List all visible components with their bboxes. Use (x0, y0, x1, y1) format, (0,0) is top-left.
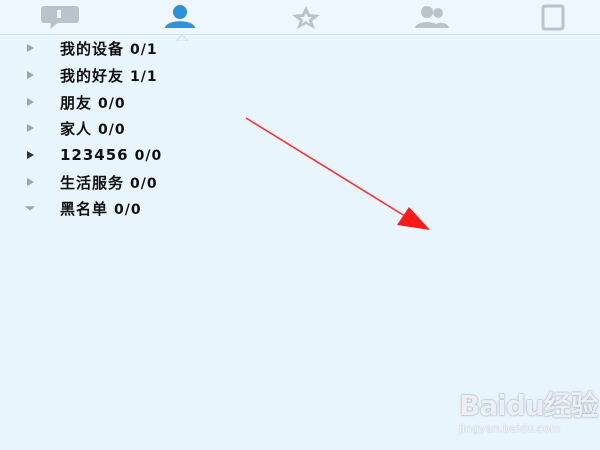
tab-conversations[interactable] (0, 0, 120, 34)
group-count: 0/0 (98, 121, 126, 138)
group-name: 我的好友 (60, 66, 125, 85)
group-item-blacklist[interactable]: 黑名单 0/0 (0, 195, 280, 221)
group-label: 家人 0/0 (60, 118, 126, 139)
caret-right-icon (24, 69, 36, 81)
group-item-family[interactable]: 家人 0/0 (0, 115, 280, 141)
group-label: 朋友 0/0 (60, 92, 126, 113)
group-count: 0/0 (130, 175, 158, 192)
group-label: 我的设备 0/1 (60, 38, 158, 59)
group-item-my-devices[interactable]: 我的设备 0/1 (0, 35, 280, 61)
tab-favorites[interactable] (246, 0, 366, 34)
group-icon (409, 3, 455, 31)
tab-groups[interactable] (372, 0, 492, 34)
group-name: 朋友 (60, 93, 93, 112)
tab-devices[interactable] (492, 0, 600, 34)
group-count: 0/0 (134, 148, 163, 164)
group-name: 123456 (60, 146, 129, 164)
caret-right-icon (24, 149, 36, 161)
watermark-url: jingyan.baidu.com (459, 422, 561, 435)
group-label: 123456 0/0 (60, 146, 162, 164)
chat-icon (37, 3, 83, 31)
caret-right-icon (24, 122, 36, 134)
group-item-123456[interactable]: 123456 0/0 (0, 142, 280, 168)
group-name: 黑名单 (60, 199, 109, 218)
caret-down-icon (24, 202, 36, 214)
star-icon (283, 3, 329, 31)
watermark: Baidu经验 jingyan.baidu.com (455, 384, 599, 444)
group-count: 0/1 (130, 41, 158, 58)
group-name: 生活服务 (60, 173, 125, 192)
tab-bar (0, 0, 600, 42)
group-item-friends[interactable]: 朋友 0/0 (0, 89, 280, 115)
group-name: 我的设备 (60, 39, 125, 58)
tablet-icon (529, 3, 575, 31)
group-count: 0/0 (114, 201, 142, 218)
group-label: 生活服务 0/0 (60, 172, 158, 193)
watermark-logo: Baidu经验 (459, 389, 599, 422)
caret-right-icon (24, 96, 36, 108)
contacts-panel: 我的设备 0/1 我的好友 1/1 朋友 0/0 家人 0/0 123456 0/0 (0, 0, 600, 450)
group-count: 0/0 (98, 95, 126, 112)
group-item-life-services[interactable]: 生活服务 0/0 (0, 169, 280, 195)
group-count: 1/1 (130, 68, 158, 85)
group-label: 黑名单 0/0 (60, 198, 142, 219)
active-tab-indicator (168, 26, 196, 42)
group-label: 我的好友 1/1 (60, 65, 158, 86)
caret-right-icon (24, 176, 36, 188)
group-item-my-friends[interactable]: 我的好友 1/1 (0, 62, 280, 88)
caret-right-icon (24, 42, 36, 54)
group-name: 家人 (60, 119, 93, 138)
